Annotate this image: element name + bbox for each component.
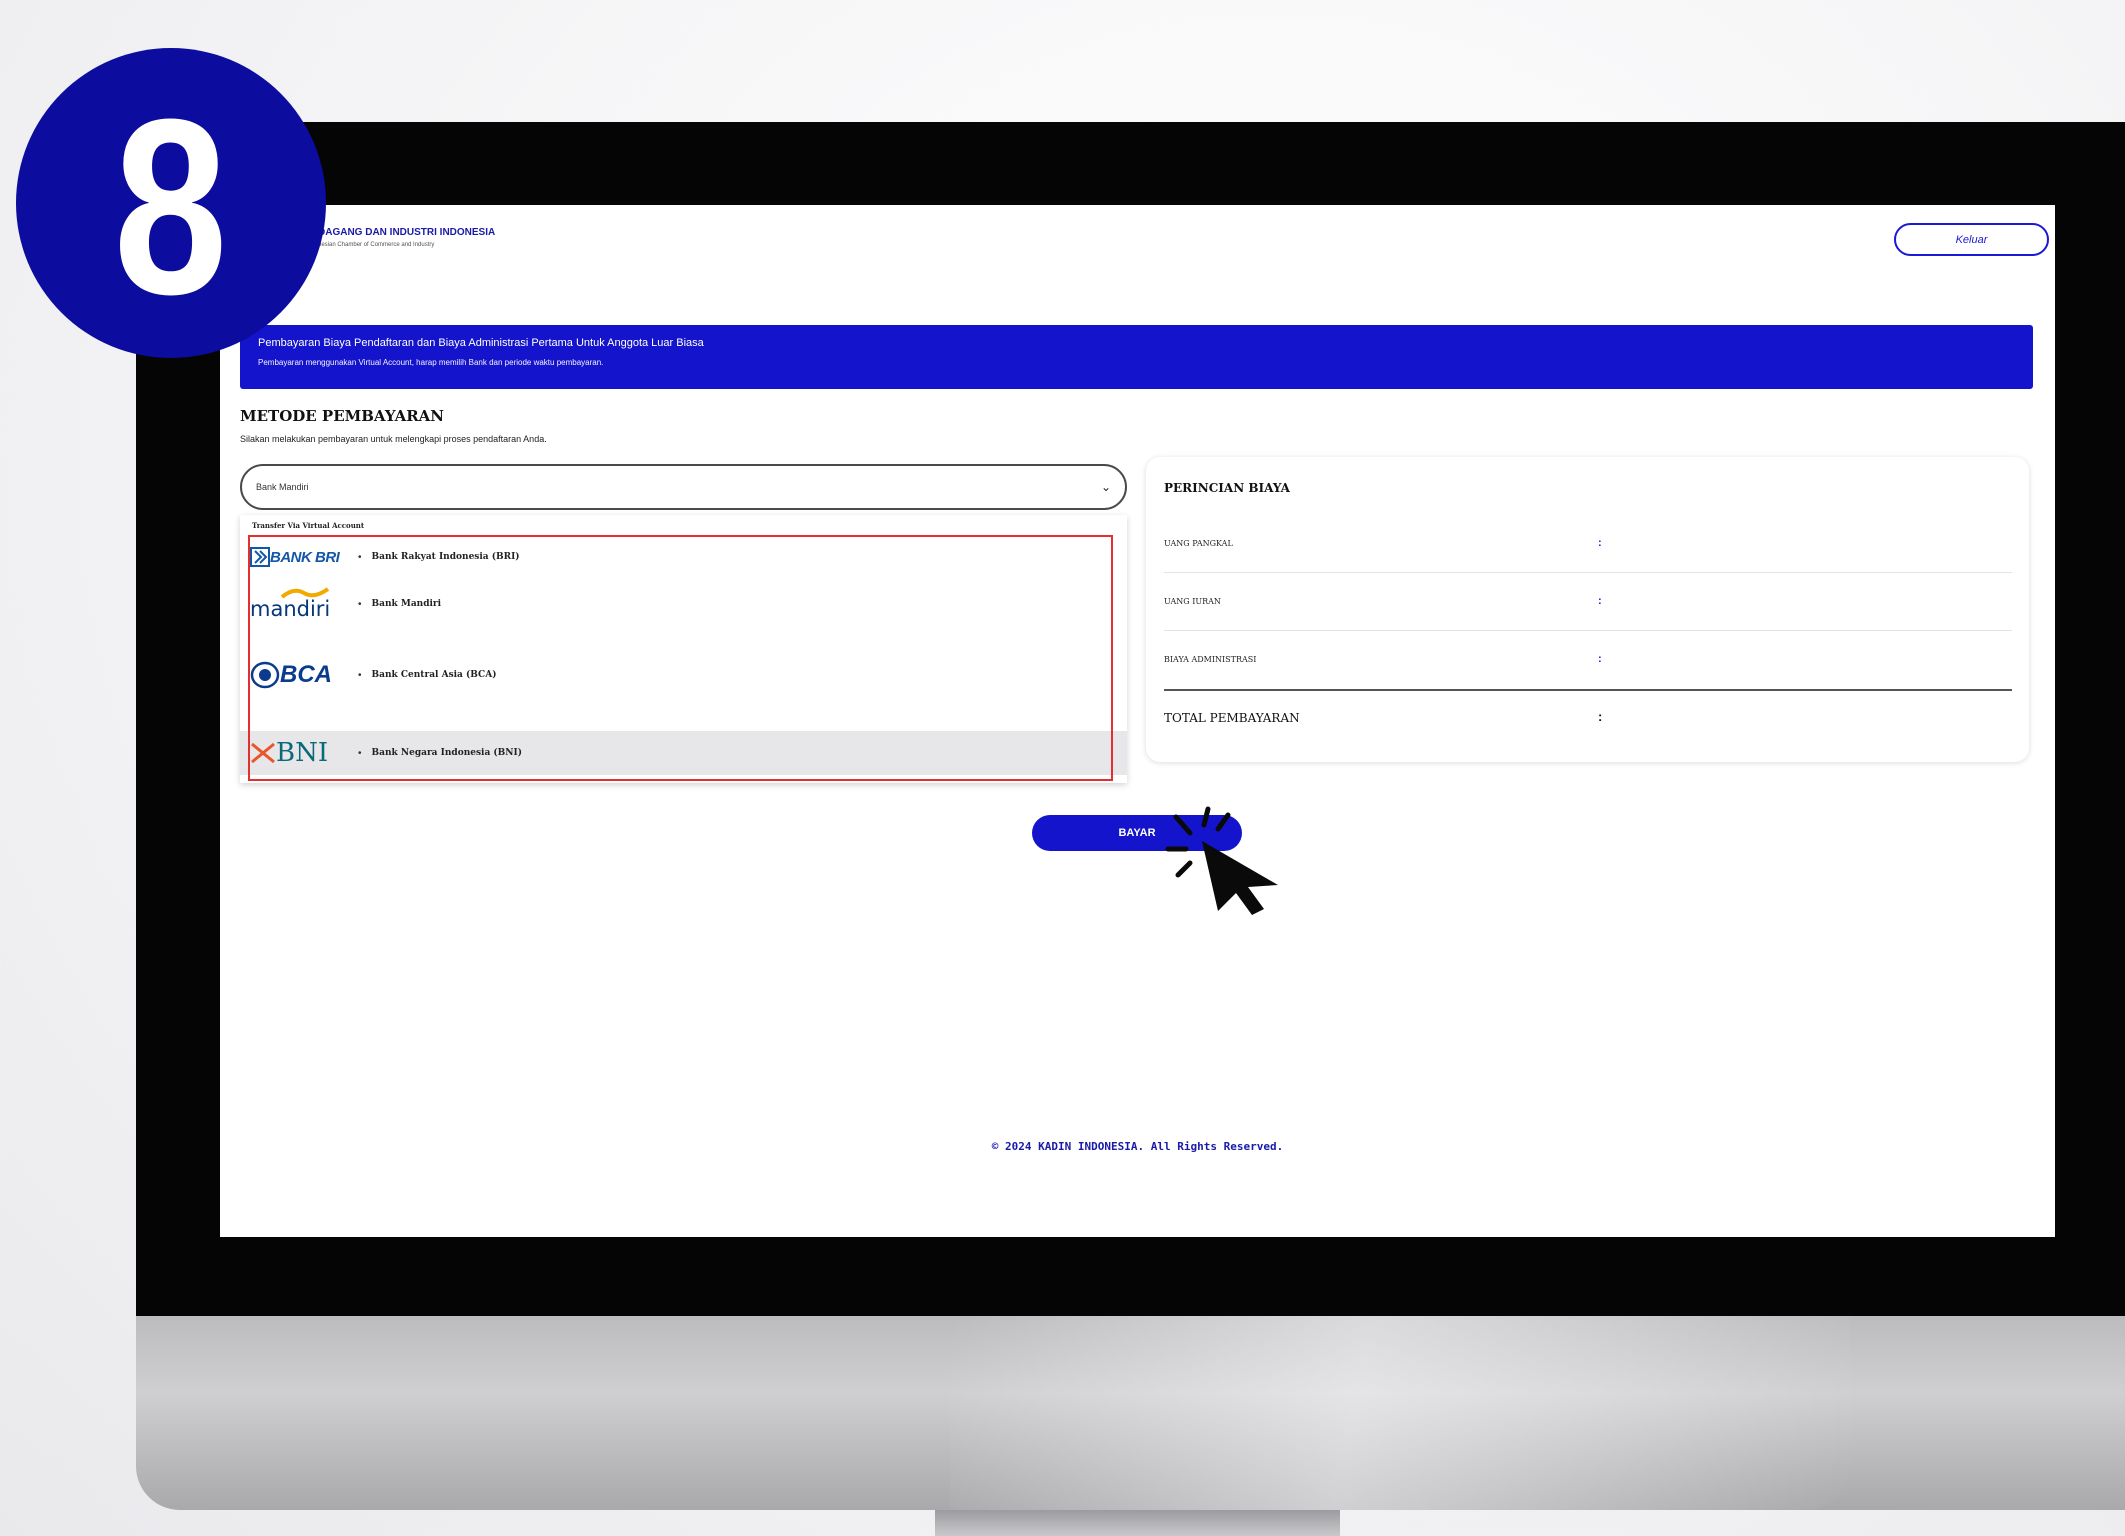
fee-row-total: TOTAL PEMBAYARAN : xyxy=(1164,689,2012,747)
fee-row-biaya-administrasi: BIAYA ADMINISTRASI : xyxy=(1164,631,2012,689)
fee-separator: : xyxy=(1598,653,1602,665)
fee-row-uang-iuran: UANG IURAN : xyxy=(1164,573,2012,631)
dropdown-group-label: Transfer Via Virtual Account xyxy=(252,521,365,530)
banner-subtitle: Pembayaran menggunakan Virtual Account, … xyxy=(258,358,604,367)
fee-label: UANG IURAN xyxy=(1164,597,1221,606)
fee-row-uang-pangkal: UANG PANGKAL : xyxy=(1164,515,2012,573)
payment-method-title: METODE PEMBAYARAN xyxy=(240,407,445,425)
bank-select-value: Bank Mandiri xyxy=(256,482,309,492)
pointer-cursor-icon xyxy=(1165,806,1278,915)
highlight-box xyxy=(248,535,1113,781)
footer-copyright: © 2024 KADIN INDONESIA. All Rights Reser… xyxy=(991,1140,1284,1153)
fee-details-card: PERINCIAN BIAYA UANG PANGKAL : UANG IURA… xyxy=(1146,457,2029,762)
bank-select[interactable]: Bank Mandiri ⌄ xyxy=(240,464,1127,510)
screen: DAGANG DAN INDUSTRI INDONESIA nesian Cha… xyxy=(220,205,2055,1237)
payment-method-subtitle: Silakan melakukan pembayaran untuk melen… xyxy=(240,434,547,444)
logout-button[interactable]: Keluar xyxy=(1894,223,2049,256)
chevron-down-icon: ⌄ xyxy=(1100,480,1111,494)
fee-details-title: PERINCIAN BIAYA xyxy=(1164,481,1290,495)
step-number-badge: 8 xyxy=(16,48,326,358)
total-label: TOTAL PEMBAYARAN xyxy=(1164,711,1300,725)
fee-separator: : xyxy=(1598,595,1602,607)
org-subtitle: nesian Chamber of Commerce and Industry xyxy=(318,242,435,248)
org-name: DAGANG DAN INDUSTRI INDONESIA xyxy=(318,227,496,238)
info-banner: Pembayaran Biaya Pendaftaran dan Biaya A… xyxy=(240,325,2033,389)
banner-title: Pembayaran Biaya Pendaftaran dan Biaya A… xyxy=(258,337,704,349)
monitor-chin-shine xyxy=(950,1316,1850,1510)
fee-label: BIAYA ADMINISTRASI xyxy=(1164,655,1257,664)
step-number: 8 xyxy=(113,67,229,346)
fee-label: UANG PANGKAL xyxy=(1164,539,1233,548)
monitor-stand xyxy=(935,1510,1340,1536)
total-separator: : xyxy=(1598,709,1603,724)
fee-separator: : xyxy=(1598,537,1602,549)
